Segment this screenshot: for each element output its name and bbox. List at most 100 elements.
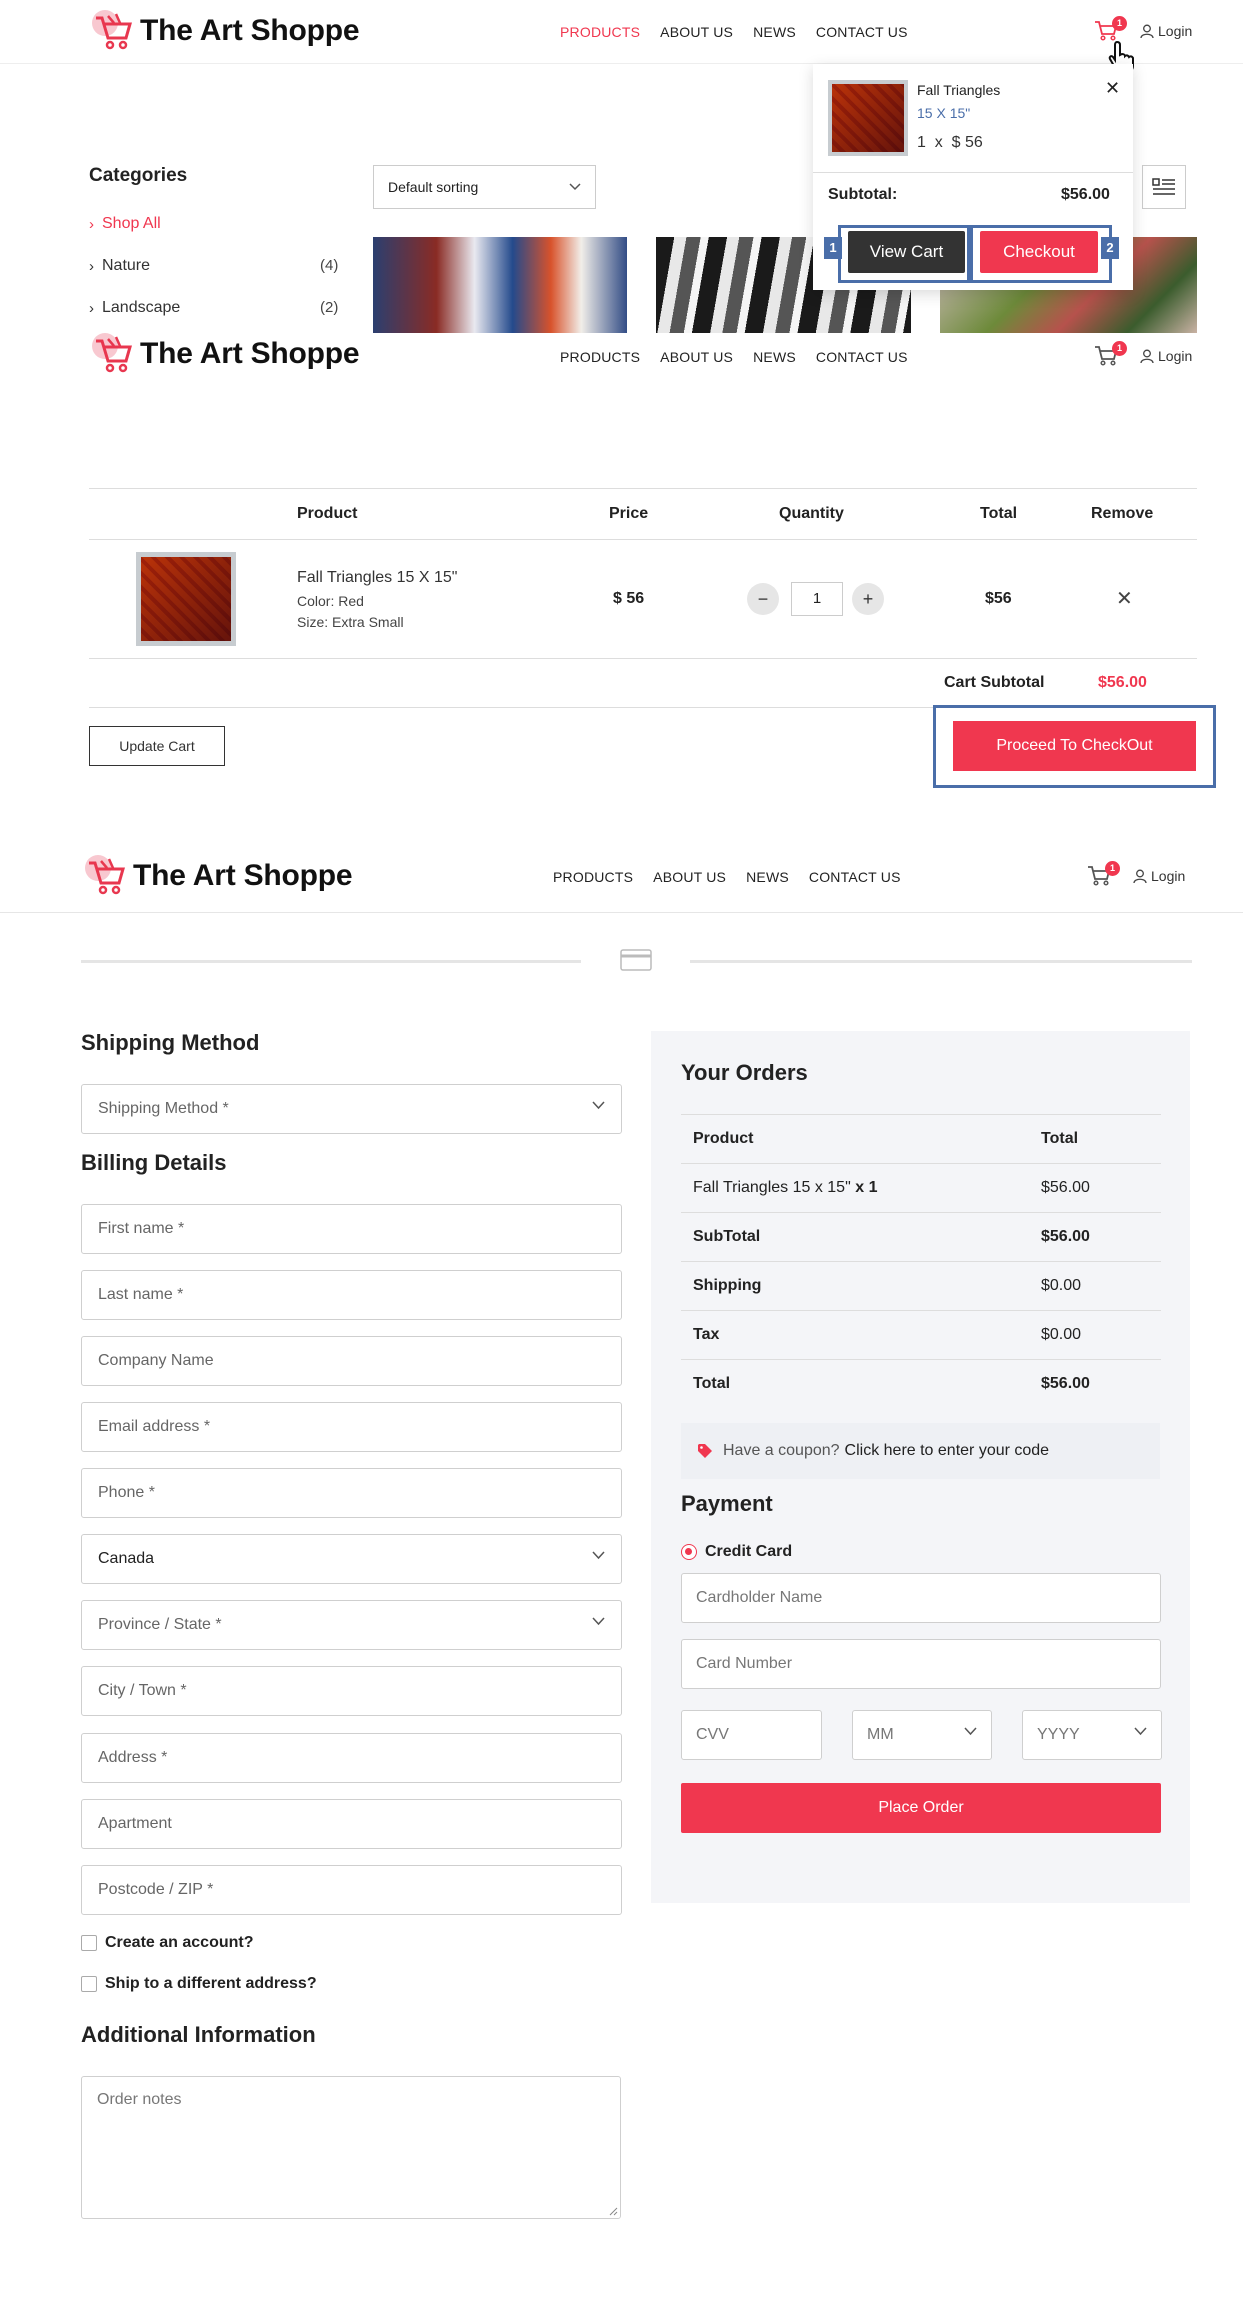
order-subtotal-label: SubTotal bbox=[693, 1228, 761, 1245]
credit-card-icon bbox=[620, 949, 652, 971]
view-cart-highlight bbox=[838, 225, 970, 283]
city-field[interactable]: City / Town * bbox=[81, 1666, 622, 1716]
login-link[interactable]: Login bbox=[1133, 868, 1185, 884]
credit-card-label[interactable]: Credit Card bbox=[705, 1543, 792, 1561]
login-label: Login bbox=[1151, 868, 1186, 884]
category-label: Shop All bbox=[102, 215, 161, 232]
billing-details-title: Billing Details bbox=[81, 1150, 227, 1175]
expiry-month-select[interactable]: MM bbox=[852, 1710, 992, 1760]
update-cart-button[interactable]: Update Cart bbox=[89, 726, 225, 766]
chevron-right-icon: › bbox=[89, 257, 94, 275]
phone-field[interactable]: Phone * bbox=[81, 1468, 622, 1518]
table-top-border bbox=[89, 488, 1197, 489]
coupon-link[interactable]: Click here to enter your code bbox=[845, 1442, 1050, 1460]
order-tax-value: $0.00 bbox=[1041, 1326, 1082, 1343]
order-shipping-row: Shipping $0.00 bbox=[681, 1261, 1161, 1310]
chevron-down-icon bbox=[964, 1727, 977, 1736]
logo[interactable]: The Art Shoppe bbox=[85, 855, 353, 897]
category-nature[interactable]: › Nature bbox=[89, 257, 150, 275]
col-total: Total bbox=[980, 505, 1018, 522]
list-view-button[interactable] bbox=[1142, 165, 1186, 209]
logo[interactable]: The Art Shoppe bbox=[92, 10, 360, 52]
first-name-field[interactable]: First name * bbox=[81, 1204, 622, 1254]
main-nav: PRODUCTS ABOUT US NEWS CONTACT US bbox=[560, 349, 908, 365]
cart-item-thumbnail[interactable] bbox=[136, 552, 236, 646]
logo[interactable]: The Art Shoppe bbox=[92, 333, 360, 375]
nav-news[interactable]: NEWS bbox=[753, 24, 796, 40]
apartment-field[interactable]: Apartment bbox=[81, 1799, 622, 1849]
company-name-field[interactable]: Company Name bbox=[81, 1336, 622, 1386]
payment-title: Payment bbox=[681, 1491, 773, 1516]
order-line-item: Fall Triangles 15 x 15" x 1 $56.00 bbox=[681, 1163, 1161, 1212]
nav-contact[interactable]: CONTACT US bbox=[809, 869, 901, 885]
nav-news[interactable]: NEWS bbox=[746, 869, 789, 885]
nav-about[interactable]: ABOUT US bbox=[660, 24, 733, 40]
chevron-down-icon bbox=[569, 183, 581, 191]
province-select[interactable]: Province / State * bbox=[81, 1600, 622, 1650]
col-price: Price bbox=[609, 505, 649, 522]
resize-handle-icon[interactable] bbox=[608, 2206, 618, 2216]
order-subtotal-value: $56.00 bbox=[1041, 1228, 1090, 1245]
expiry-year-select[interactable]: YYYY bbox=[1022, 1710, 1162, 1760]
category-landscape[interactable]: › Landscape bbox=[89, 299, 180, 317]
login-link[interactable]: Login bbox=[1140, 23, 1192, 39]
mini-cart-item-name[interactable]: Fall Triangles bbox=[917, 82, 1000, 98]
mini-cart-item-size: 15 X 15" bbox=[917, 105, 971, 121]
categories-title: Categories bbox=[89, 165, 188, 186]
cart-item-total: $56 bbox=[985, 590, 1012, 607]
nav-about[interactable]: ABOUT US bbox=[653, 869, 726, 885]
close-icon[interactable]: ✕ bbox=[1105, 78, 1120, 99]
create-account-label[interactable]: Create an account? bbox=[105, 1934, 253, 1952]
nav-about[interactable]: ABOUT US bbox=[660, 349, 733, 365]
nav-contact[interactable]: CONTACT US bbox=[816, 24, 908, 40]
cart-count-badge: 1 bbox=[1112, 16, 1127, 31]
country-select[interactable]: Canada bbox=[81, 1534, 622, 1584]
login-link[interactable]: Login bbox=[1140, 348, 1192, 364]
order-notes-placeholder: Order notes bbox=[97, 2091, 182, 2108]
tag-icon bbox=[698, 1444, 712, 1458]
quantity-decrease-button[interactable]: − bbox=[747, 583, 779, 615]
category-shop-all[interactable]: › Shop All bbox=[89, 215, 161, 233]
cart-item-name[interactable]: Fall Triangles 15 X 15" bbox=[297, 569, 457, 587]
logo-cart-icon bbox=[96, 336, 132, 373]
cardholder-name-field[interactable]: Cardholder Name bbox=[681, 1573, 1161, 1623]
email-field[interactable]: Email address * bbox=[81, 1402, 622, 1452]
country-value: Canada bbox=[98, 1550, 155, 1567]
remove-item-icon[interactable]: ✕ bbox=[1116, 586, 1133, 611]
mini-cart-subtotal-value: $56.00 bbox=[1061, 186, 1110, 203]
nav-products[interactable]: PRODUCTS bbox=[553, 869, 633, 885]
quantity-increase-button[interactable]: + bbox=[852, 583, 884, 615]
card-number-field[interactable]: Card Number bbox=[681, 1639, 1161, 1689]
sort-select[interactable]: Default sorting bbox=[373, 165, 596, 209]
ship-different-checkbox[interactable] bbox=[81, 1976, 97, 1992]
col-quantity: Quantity bbox=[779, 505, 844, 522]
nav-contact[interactable]: CONTACT US bbox=[816, 349, 908, 365]
nav-news[interactable]: NEWS bbox=[753, 349, 796, 365]
order-notes-textarea[interactable]: Order notes bbox=[81, 2076, 621, 2219]
chevron-right-icon: › bbox=[89, 299, 94, 317]
order-line-total: $56.00 bbox=[1041, 1179, 1090, 1196]
nav-products[interactable]: PRODUCTS bbox=[560, 24, 640, 40]
order-subtotal-row: SubTotal $56.00 bbox=[681, 1212, 1161, 1261]
mini-cart-subtotal-label: Subtotal: bbox=[828, 186, 898, 203]
ship-different-label[interactable]: Ship to a different address? bbox=[105, 1975, 317, 1993]
credit-card-radio[interactable] bbox=[681, 1544, 697, 1560]
cvv-field[interactable]: CVV bbox=[681, 1710, 822, 1760]
create-account-checkbox[interactable] bbox=[81, 1935, 97, 1951]
shipping-method-select[interactable]: Shipping Method * bbox=[81, 1084, 622, 1134]
address-field[interactable]: Address * bbox=[81, 1733, 622, 1783]
place-order-button[interactable]: Place Order bbox=[681, 1783, 1161, 1833]
last-name-field[interactable]: Last name * bbox=[81, 1270, 622, 1320]
postcode-field[interactable]: Postcode / ZIP * bbox=[81, 1865, 622, 1915]
product-thumbnail[interactable] bbox=[373, 237, 627, 333]
logo-cart-icon bbox=[96, 13, 132, 50]
quantity-input[interactable]: 1 bbox=[791, 582, 843, 616]
chevron-down-icon bbox=[592, 1101, 605, 1110]
category-count: (4) bbox=[320, 257, 339, 274]
login-label: Login bbox=[1158, 348, 1193, 364]
user-icon bbox=[1133, 869, 1147, 883]
mini-cart-thumbnail[interactable] bbox=[828, 80, 908, 156]
chevron-down-icon bbox=[592, 1617, 605, 1626]
order-head-total: Total bbox=[1041, 1130, 1079, 1147]
nav-products[interactable]: PRODUCTS bbox=[560, 349, 640, 365]
